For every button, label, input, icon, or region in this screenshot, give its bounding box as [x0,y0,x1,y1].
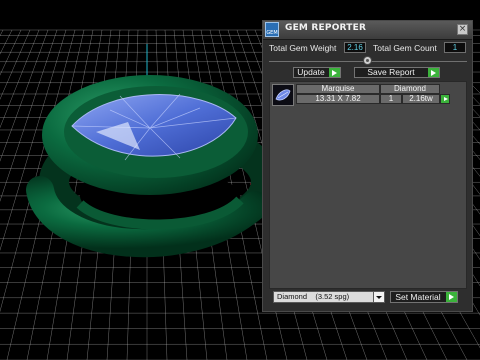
slider-knob[interactable] [363,56,372,65]
gem-reporter-panel: GEM GEM REPORTER × Total Gem Weight 2.16… [262,20,473,312]
update-button-label: Update [297,67,325,77]
set-material-button-label: Set Material [395,292,441,302]
total-gem-weight-label: Total Gem Weight [269,43,337,53]
update-button[interactable]: Update [293,67,341,78]
material-select-value: Diamond (3.52 spg) [277,292,350,301]
chevron-down-icon[interactable] [373,292,384,302]
gem-dimensions-cell: 13.31 X 7.82 [296,94,380,104]
material-select[interactable]: Diamond (3.52 spg) [273,291,385,303]
play-arrow-icon [329,68,340,77]
play-arrow-icon [446,292,457,302]
gem-reporter-app-icon: GEM [265,22,279,37]
play-arrow-icon[interactable] [440,94,450,104]
set-material-button[interactable]: Set Material [390,291,458,303]
gem-list: Marquise Diamond 13.31 X 7.82 1 2.16tw [269,81,467,289]
close-icon[interactable]: × [457,24,468,35]
title-bar[interactable]: GEM GEM REPORTER × [263,21,472,40]
gem-count-cell: 1 [380,94,402,104]
total-gem-weight-value: 2.16 [344,42,366,53]
save-report-button-label: Save Report [367,67,415,77]
gem-type-header: Diamond [380,84,440,94]
gem-cut-header: Marquise [296,84,380,94]
save-report-button[interactable]: Save Report [354,67,440,78]
play-arrow-icon [428,68,439,77]
total-gem-count-value: 1 [444,42,466,53]
total-gem-count-label: Total Gem Count [373,43,437,53]
gem-weight-cell: 2.16tw [402,94,440,104]
panel-title: GEM REPORTER [285,23,367,33]
marquise-gem-icon[interactable] [272,84,294,106]
